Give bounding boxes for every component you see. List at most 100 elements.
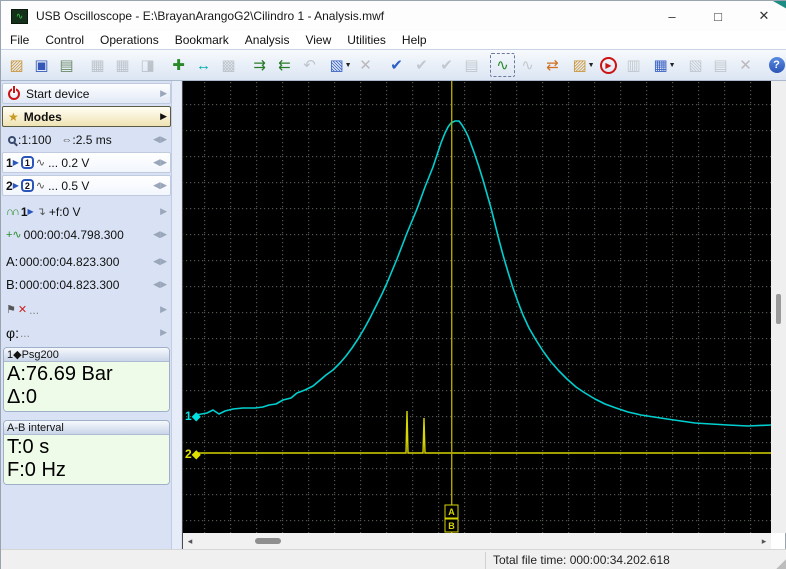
panel-header[interactable]: A-B interval <box>4 421 169 435</box>
row-arrows-lr-icon[interactable]: ◀▶ <box>153 157 167 168</box>
open-extra-button[interactable]: ▨ ▼ <box>571 53 596 77</box>
total-file-time: Total file time: 000:00:34.202.618 <box>493 553 670 567</box>
menu-analysis[interactable]: Analysis <box>237 33 298 47</box>
dropdown-arrow-icon[interactable]: ▼ <box>345 62 352 69</box>
cursor-a-value[interactable]: 000:00:04.823.300 <box>19 255 119 269</box>
stop-record-button: ▥ <box>621 53 646 77</box>
phase-row[interactable]: φ: ... ▶ <box>2 322 171 343</box>
row-arrow-icon[interactable]: ▶ <box>160 88 167 99</box>
row-arrow-icon[interactable]: ▶ <box>160 304 167 315</box>
record-time-value[interactable]: 000:00:04.798.300 <box>24 228 124 242</box>
delete-disabled-icon: ✕ <box>739 57 752 74</box>
record-time-row[interactable]: +∿ 000:00:04.798.300 ◀▶ <box>2 224 171 245</box>
export-signal-button: ◨ <box>135 53 160 77</box>
cursor-a-flag[interactable]: A <box>444 504 459 519</box>
chart-select-icon: ∿ <box>496 57 509 74</box>
save-button[interactable]: ▣ <box>29 53 54 77</box>
marks-value[interactable]: ... <box>29 303 39 317</box>
resize-grip[interactable] <box>775 558 786 569</box>
dropdown-arrow-icon[interactable]: ▼ <box>588 62 595 69</box>
open-file-button[interactable]: ▨ <box>4 53 29 77</box>
waveform-plot[interactable]: 1◆ 2◆ A B <box>183 81 772 533</box>
stretch-signals-button[interactable]: ⇉ <box>247 53 272 77</box>
ch1-number: 1 <box>6 155 13 170</box>
wave-position-icon: +∿ <box>6 229 22 241</box>
trigger-row[interactable]: ∩∩ 1 ▶ ↴ +f:0 V ▶ <box>2 201 171 222</box>
phase-value[interactable]: ... <box>20 326 30 340</box>
panel-psg200-title: 1◆Psg200 <box>7 349 59 361</box>
row-arrows-lr-icon[interactable]: ◀▶ <box>153 180 167 191</box>
horizontal-scrollbar[interactable]: ◂ ▸ <box>183 533 771 549</box>
group-signals-button: ▩ <box>216 53 241 77</box>
panel-header[interactable]: 1◆Psg200 <box>4 348 169 362</box>
row-arrow-icon[interactable]: ▶ <box>160 327 167 338</box>
print-button[interactable]: ▤ <box>54 53 79 77</box>
stretch-signals-icon: ⇉ <box>253 57 266 74</box>
menu-bookmark[interactable]: Bookmark <box>167 33 237 47</box>
trigger-play-icon: ▶ <box>27 207 34 216</box>
channel1-marker[interactable]: 1◆ <box>185 409 202 423</box>
channel2-marker[interactable]: 2◆ <box>185 447 202 461</box>
scroll-right-arrow[interactable]: ▸ <box>757 536 771 547</box>
cursor-a-row[interactable]: A: 000:00:04.823.300 ◀▶ <box>2 251 171 272</box>
row-arrow-icon[interactable]: ▶ <box>160 111 167 122</box>
apply-check-button[interactable]: ✔ <box>384 53 409 77</box>
cursor-b-row[interactable]: B: 000:00:04.823.300 ◀▶ <box>2 274 171 295</box>
delete-disabled-button: ✕ <box>733 53 758 77</box>
cursor-b-value[interactable]: 000:00:04.823.300 <box>19 278 119 292</box>
ch2-badge: 2 <box>20 179 34 192</box>
chart-select-button[interactable]: ∿ <box>490 53 515 77</box>
start-record-button[interactable]: ▶ <box>596 53 621 77</box>
scroll-left-arrow[interactable]: ◂ <box>183 536 197 547</box>
probe-setup-button[interactable]: ✚ <box>166 53 191 77</box>
menu-help[interactable]: Help <box>394 33 435 47</box>
close-view-icon: ✕ <box>359 57 372 74</box>
dropdown-arrow-icon[interactable]: ▼ <box>669 62 676 69</box>
ab-interval-title: A-B interval <box>7 421 64 434</box>
modes-row[interactable]: ★ Modes ▶ <box>2 106 171 127</box>
timebase-value[interactable]: :2.5 ms <box>72 133 111 147</box>
menu-operations[interactable]: Operations <box>92 33 167 47</box>
row-arrows-lr-icon[interactable]: ◀▶ <box>153 279 167 290</box>
zoom-timebase-row[interactable]: :1:100 ⇔ :2.5 ms ◀▶ <box>2 129 171 150</box>
row-arrows-lr-icon[interactable]: ◀▶ <box>153 229 167 240</box>
shrink-signals-button[interactable]: ⇇ <box>272 53 297 77</box>
horizontal-scrollbar-thumb[interactable] <box>255 538 281 544</box>
minimize-button[interactable]: – <box>649 1 695 31</box>
help-button[interactable]: ? <box>764 53 786 77</box>
ch2-range-value[interactable]: ... 0.5 V <box>48 179 89 193</box>
menu-view[interactable]: View <box>297 33 339 47</box>
psg200-value-delta: Δ:0 <box>7 386 38 408</box>
time-cursor-line[interactable] <box>451 81 453 533</box>
trigger-level-value[interactable]: +f:0 V <box>49 205 81 219</box>
row-arrows-lr-icon[interactable]: ◀▶ <box>153 134 167 145</box>
menu-control[interactable]: Control <box>37 33 92 47</box>
row-arrow-icon[interactable]: ▶ <box>160 206 167 217</box>
menu-file[interactable]: File <box>1 33 37 47</box>
fit-cursors-button[interactable]: ⇄ <box>540 53 565 77</box>
channel2-row[interactable]: 2 ▶ 2 ∿ ... 0.5 V ◀▶ <box>2 175 171 196</box>
maximize-button[interactable]: □ <box>695 1 741 31</box>
sidebar-scroll-strip[interactable] <box>171 81 181 549</box>
vertical-scrollbar-thumb[interactable] <box>776 294 781 324</box>
chart-preview-button: ∿ <box>515 53 540 77</box>
view-mode-icon: ▧ <box>329 57 344 74</box>
measure-panel-button[interactable]: ▦ ▼ <box>652 53 677 77</box>
chart-disabled-icon: ▧ <box>688 57 703 74</box>
close-button[interactable]: ✕ <box>741 1 786 31</box>
channel1-row[interactable]: 1 ▶ 1 ∿ ... 0.2 V ◀▶ <box>2 152 171 173</box>
row-arrows-lr-icon[interactable]: ◀▶ <box>153 256 167 267</box>
vertical-scrollbar[interactable] <box>771 81 786 533</box>
ch1-sine-icon: ∿ <box>35 157 46 169</box>
app-icon: ∿ <box>11 8 28 24</box>
menu-utilities[interactable]: Utilities <box>339 33 394 47</box>
view-mode-button[interactable]: ▧ ▼ <box>328 53 353 77</box>
check-forward-icon: ✔ <box>440 57 453 74</box>
ch1-range-value[interactable]: ... 0.2 V <box>48 156 89 170</box>
fit-horizontal-button[interactable]: ↔ <box>191 53 216 77</box>
zoom-ratio-value[interactable]: :1:100 <box>18 133 51 147</box>
cursor-b-flag[interactable]: B <box>444 518 459 533</box>
marks-row[interactable]: ⚑ ✕ ... ▶ <box>2 299 171 320</box>
chart-preview-icon: ∿ <box>521 57 534 74</box>
start-device-row[interactable]: Start device ▶ <box>2 83 171 104</box>
